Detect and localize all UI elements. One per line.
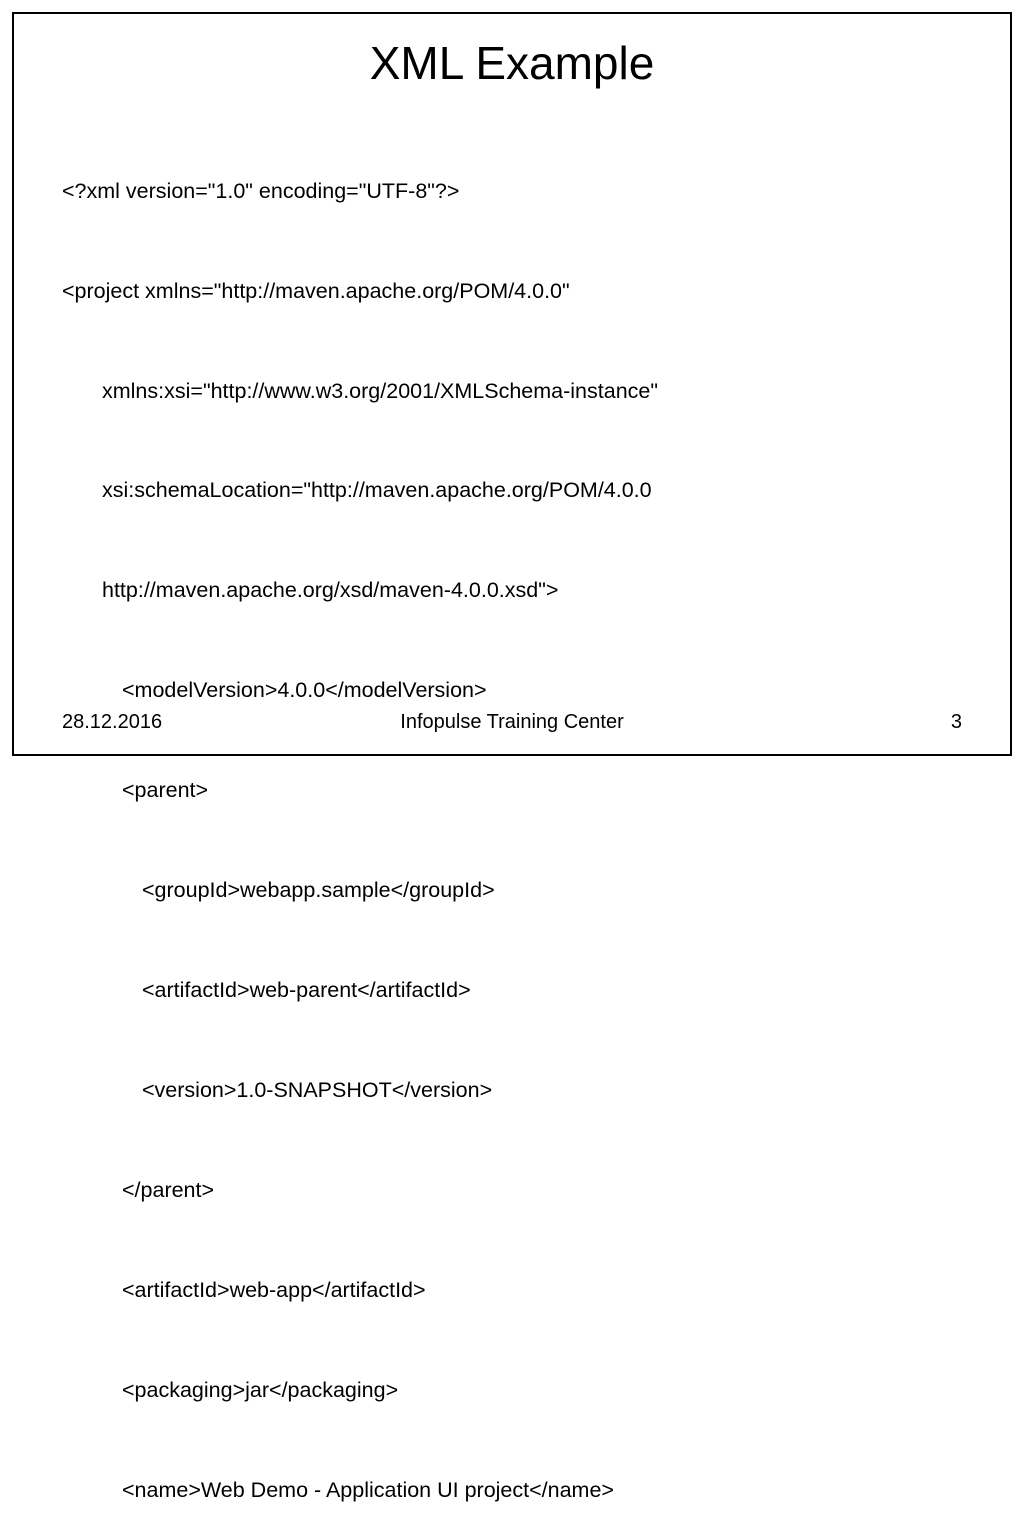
code-line: <project xmlns="http://maven.apache.org/… <box>62 275 962 308</box>
code-line: <parent> <box>62 774 962 807</box>
code-line: <artifactId>web-parent</artifactId> <box>62 974 962 1007</box>
code-line: <name>Web Demo - Application UI project<… <box>62 1474 962 1507</box>
code-line: xmlns:xsi="http://www.w3.org/2001/XMLSch… <box>62 375 962 408</box>
slide-footer: 28.12.2016 Infopulse Training Center 3 <box>62 711 962 734</box>
code-line: <packaging>jar</packaging> <box>62 1374 962 1407</box>
footer-page-number: 3 <box>951 711 962 734</box>
code-line: <artifactId>web-app</artifactId> <box>62 1274 962 1307</box>
code-line: <modelVersion>4.0.0</modelVersion> <box>62 674 962 707</box>
footer-center: Infopulse Training Center <box>62 711 962 734</box>
code-line: <?xml version="1.0" encoding="UTF-8"?> <box>62 175 962 208</box>
code-line: <groupId>webapp.sample</groupId> <box>62 874 962 907</box>
code-line: </parent> <box>62 1174 962 1207</box>
slide-title: XML Example <box>62 36 962 90</box>
code-line: xsi:schemaLocation="http://maven.apache.… <box>62 474 962 507</box>
code-line: <version>1.0-SNAPSHOT</version> <box>62 1074 962 1107</box>
code-block: <?xml version="1.0" encoding="UTF-8"?> <… <box>62 108 962 1536</box>
code-line: http://maven.apache.org/xsd/maven-4.0.0.… <box>62 574 962 607</box>
footer-date: 28.12.2016 <box>62 711 162 734</box>
slide: XML Example <?xml version="1.0" encoding… <box>12 12 1012 756</box>
